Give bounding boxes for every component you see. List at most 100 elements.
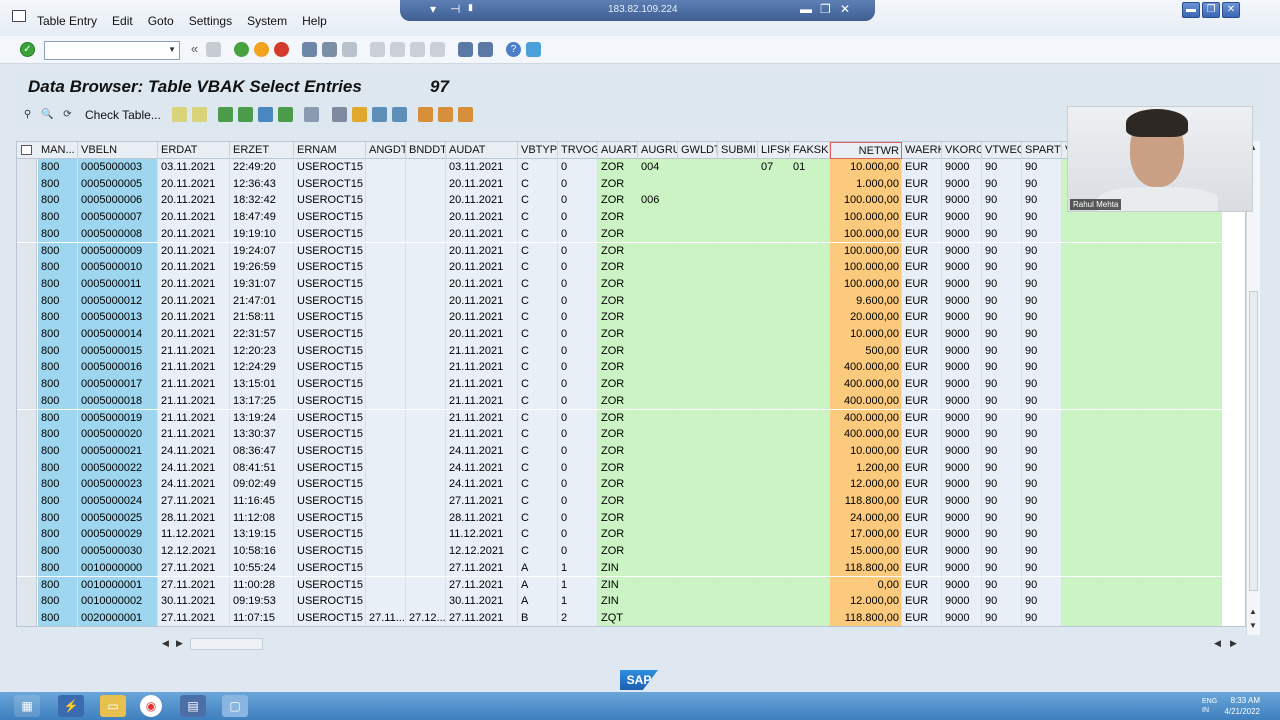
cell-faksk[interactable] (790, 359, 830, 377)
cancel-icon[interactable] (274, 42, 289, 57)
cell-bnddt[interactable] (406, 559, 446, 577)
cell-gwldt[interactable] (678, 459, 718, 477)
cell-spart[interactable]: 90 (1022, 392, 1062, 410)
cell-vtweg[interactable]: 90 (982, 275, 1022, 293)
cell-auart[interactable]: ZQT (598, 609, 638, 626)
cell-angdt[interactable] (366, 342, 406, 360)
cell-erzet[interactable]: 12:36:43 (230, 175, 294, 193)
cell-auart[interactable]: ZOR (598, 292, 638, 310)
cell-ernam[interactable]: USEROCT15 (294, 543, 366, 560)
cell-augru[interactable] (638, 426, 678, 443)
cell-audat[interactable]: 12.12.2021 (446, 543, 518, 560)
cell-waerk[interactable]: EUR (902, 392, 942, 410)
cell-bnddt[interactable] (406, 242, 446, 260)
cell-augru[interactable] (638, 309, 678, 326)
cell-waerk[interactable]: EUR (902, 309, 942, 326)
cell-waerk[interactable]: EUR (902, 292, 942, 310)
details2-icon[interactable] (192, 107, 207, 122)
cell-augru[interactable] (638, 609, 678, 626)
cell-spart[interactable]: 90 (1022, 275, 1062, 293)
cell-waerk[interactable]: EUR (902, 359, 942, 377)
cell-vbtyp[interactable]: C (518, 275, 558, 293)
cell-gwldt[interactable] (678, 359, 718, 377)
cell-spart[interactable]: 90 (1022, 259, 1062, 276)
cell-audat[interactable]: 20.11.2021 (446, 209, 518, 226)
table-row[interactable]: 800 0005000017 21.11.2021 13:15:01 USEROCT15… (17, 376, 1245, 393)
cell-spart[interactable]: 90 (1022, 526, 1062, 544)
cell-audat[interactable]: 21.11.2021 (446, 376, 518, 393)
cell-vbeln[interactable]: 0005000024 (78, 493, 158, 510)
scroll-down-icon[interactable]: ▼ (1249, 621, 1257, 630)
table-row[interactable]: 800 0005000021 24.11.2021 08:36:47 USEROCT15… (17, 442, 1245, 460)
cell-ernam[interactable]: USEROCT15 (294, 242, 366, 260)
cell-erzet[interactable]: 11:00:28 (230, 576, 294, 594)
cell-netwr[interactable]: 100.000,00 (830, 259, 902, 276)
cell-gwldt[interactable] (678, 275, 718, 293)
cell-erdat[interactable]: 20.11.2021 (158, 309, 230, 326)
cell-spart[interactable]: 90 (1022, 209, 1062, 226)
cell-faksk[interactable] (790, 459, 830, 477)
cell-man[interactable]: 800 (38, 409, 78, 427)
cell-erzet[interactable]: 19:24:07 (230, 242, 294, 260)
cell-ernam[interactable]: USEROCT15 (294, 309, 366, 326)
cell-angdt[interactable] (366, 559, 406, 577)
shortcut-icon[interactable] (478, 42, 493, 57)
cell-vkorg[interactable]: 9000 (942, 242, 982, 260)
collapse-icon[interactable]: « (187, 42, 202, 57)
cell-vkorg[interactable]: 9000 (942, 392, 982, 410)
cell-faksk[interactable] (790, 426, 830, 443)
row-selector[interactable] (17, 242, 37, 260)
cell-gwldt[interactable] (678, 609, 718, 626)
cell-angdt[interactable] (366, 493, 406, 510)
cell-faksk[interactable] (790, 275, 830, 293)
cell-gwldt[interactable] (678, 526, 718, 544)
cell-faksk[interactable] (790, 493, 830, 510)
cell-vkorg[interactable]: 9000 (942, 342, 982, 360)
cell-auart[interactable]: ZOR (598, 509, 638, 527)
cell-vbtyp[interactable]: C (518, 459, 558, 477)
cell-audat[interactable]: 27.11.2021 (446, 576, 518, 594)
cell-audat[interactable]: 20.11.2021 (446, 275, 518, 293)
column-header-auart[interactable]: AUART (598, 142, 638, 159)
cell-vbtyp[interactable]: C (518, 309, 558, 326)
cell-submi[interactable] (718, 559, 758, 577)
cell-submi[interactable] (718, 476, 758, 493)
cell-erdat[interactable]: 11.12.2021 (158, 526, 230, 544)
cell-netwr[interactable]: 1.000,00 (830, 175, 902, 193)
cell-auart[interactable]: ZOR (598, 493, 638, 510)
cell-vkorg[interactable]: 9000 (942, 209, 982, 226)
cell-auart[interactable]: ZOR (598, 225, 638, 243)
cell-submi[interactable] (718, 493, 758, 510)
cell-spart[interactable]: 90 (1022, 459, 1062, 477)
cell-bnddt[interactable] (406, 593, 446, 610)
cell-augru[interactable]: 004 (638, 159, 678, 176)
cell-erdat[interactable]: 03.11.2021 (158, 159, 230, 176)
row-selector[interactable] (17, 476, 37, 493)
cell-vkorg[interactable]: 9000 (942, 543, 982, 560)
cell-vkorg[interactable]: 9000 (942, 476, 982, 493)
cell-gwldt[interactable] (678, 259, 718, 276)
cell-audat[interactable]: 27.11.2021 (446, 609, 518, 626)
table-row[interactable]: 800 0005000013 20.11.2021 21:58:11 USEROCT15… (17, 309, 1245, 326)
cell-augru[interactable] (638, 225, 678, 243)
row-selector[interactable] (17, 392, 37, 410)
cell-man[interactable]: 800 (38, 342, 78, 360)
cell-gwldt[interactable] (678, 175, 718, 193)
cell-trvog[interactable]: 0 (558, 326, 598, 343)
cell-waerk[interactable]: EUR (902, 275, 942, 293)
cell-erzet[interactable]: 18:47:49 (230, 209, 294, 226)
cell-lifsk[interactable] (758, 426, 790, 443)
cell-angdt[interactable] (366, 476, 406, 493)
cell-audat[interactable]: 20.11.2021 (446, 309, 518, 326)
cell-faksk[interactable] (790, 476, 830, 493)
column-header-erzet[interactable]: ERZET (230, 142, 294, 159)
cell-gwldt[interactable] (678, 409, 718, 427)
cell-vtweg[interactable]: 90 (982, 426, 1022, 443)
cell-vbeln[interactable]: 0005000003 (78, 159, 158, 176)
total-icon[interactable] (278, 107, 293, 122)
cell-bnddt[interactable] (406, 543, 446, 560)
cell-augru[interactable] (638, 442, 678, 460)
menu-item-table-entry[interactable]: Table Entry (37, 14, 97, 28)
cell-man[interactable]: 800 (38, 392, 78, 410)
cell-gwldt[interactable] (678, 159, 718, 176)
